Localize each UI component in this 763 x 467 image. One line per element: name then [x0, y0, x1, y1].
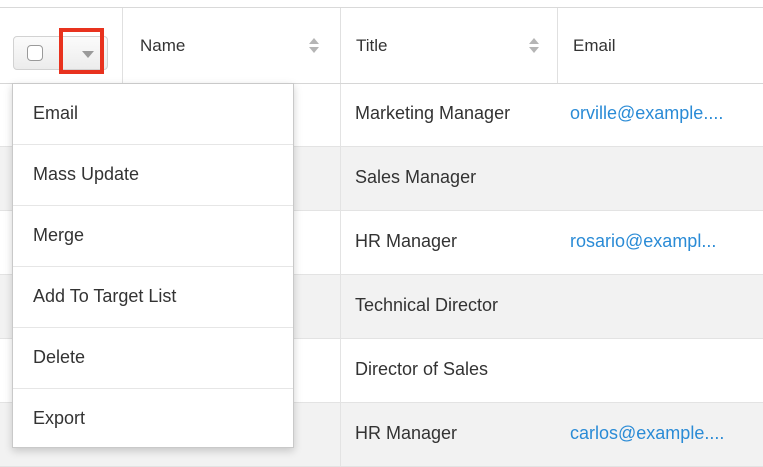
- select-all-checkbox[interactable]: [27, 45, 43, 61]
- menu-item-mass-update[interactable]: Mass Update: [13, 145, 293, 206]
- menu-item-delete[interactable]: Delete: [13, 328, 293, 389]
- column-divider: [340, 147, 341, 211]
- cell-title: HR Manager: [355, 423, 458, 443]
- highlight-box: [59, 28, 104, 74]
- cell-email-link[interactable]: orville@example....: [570, 103, 723, 124]
- cell-title: Director of Sales: [355, 359, 489, 379]
- menu-item-label: Add To Target List: [33, 286, 177, 306]
- column-header-title[interactable]: Title: [340, 8, 558, 83]
- column-label: Email: [573, 36, 616, 55]
- menu-item-label: Delete: [33, 347, 86, 367]
- sort-icon[interactable]: [529, 38, 539, 54]
- column-divider: [340, 403, 341, 467]
- cell-title: HR Manager: [355, 231, 458, 251]
- cell-title: Marketing Manager: [355, 103, 511, 123]
- column-header-name[interactable]: Name: [122, 8, 341, 83]
- menu-item-label: Export: [33, 408, 86, 428]
- column-divider: [340, 83, 341, 147]
- column-divider: [340, 275, 341, 339]
- column-header-email[interactable]: Email: [557, 8, 763, 83]
- cell-title: Technical Director: [355, 295, 499, 315]
- cell-title: Sales Manager: [355, 167, 477, 187]
- mass-actions-dropdown: Email Mass Update Merge Add To Target Li…: [12, 83, 294, 448]
- column-divider: [340, 339, 341, 403]
- menu-item-label: Email: [33, 103, 79, 123]
- mass-select-control: [13, 28, 110, 74]
- column-label: Name: [140, 36, 186, 55]
- column-label: Title: [356, 36, 388, 55]
- cell-email-link[interactable]: carlos@example....: [570, 423, 724, 444]
- menu-item-merge[interactable]: Merge: [13, 206, 293, 267]
- table-header: Name Title Email: [0, 8, 763, 84]
- cell-email-link[interactable]: rosario@exampl...: [570, 231, 716, 252]
- menu-item-label: Mass Update: [33, 164, 140, 184]
- sort-icon[interactable]: [309, 38, 319, 54]
- column-divider: [340, 211, 341, 275]
- menu-item-add-to-target-list[interactable]: Add To Target List: [13, 267, 293, 328]
- menu-item-export[interactable]: Export: [13, 389, 293, 450]
- menu-item-label: Merge: [33, 225, 85, 245]
- menu-item-email[interactable]: Email: [13, 84, 293, 145]
